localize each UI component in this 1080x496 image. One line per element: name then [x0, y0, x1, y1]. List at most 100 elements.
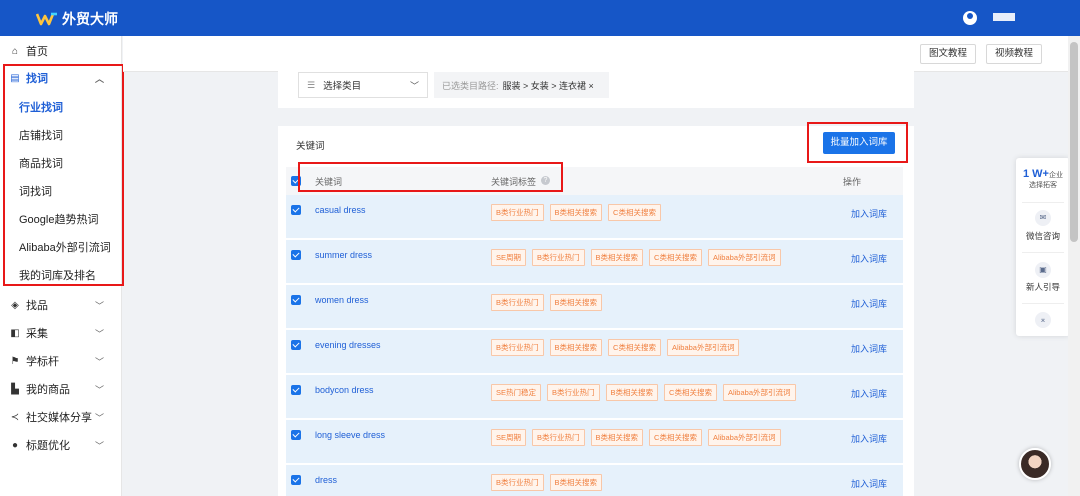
wechat-consult-label[interactable]: 微信咨询	[1016, 230, 1070, 242]
divider	[1022, 303, 1064, 304]
table-row[interactable]: bodycon dress SE热门稳定 B类行业热门 B类相关搜索 C类相关搜索 Ali…	[286, 375, 903, 419]
highlight-box-batch-button	[807, 122, 908, 163]
bag-icon: ▙	[11, 383, 19, 395]
keyword-card: 关键词 批量加入词库 关键词 关键词标签 ? 操作 casual dress B类…	[278, 122, 914, 496]
user-name-redacted[interactable]	[993, 13, 1015, 21]
sidebar-item-benchmark[interactable]: ⚑ 学标杆 ﹀	[0, 348, 122, 374]
row-checkbox[interactable]	[291, 340, 301, 350]
sidebar-item-label: 首页	[26, 46, 48, 58]
top-bar: 外贸大师	[0, 0, 1080, 36]
enterprise-count-unit: 企业	[1048, 172, 1063, 179]
row-checkbox[interactable]	[291, 250, 301, 260]
enterprise-count-value: 1 W+	[1023, 168, 1049, 180]
video-tutorial-button[interactable]: 视频教程	[986, 44, 1043, 64]
keyword-tag: C类相关搜索	[608, 339, 661, 356]
tag-list: SE热门稳定 B类行业热门 B类相关搜索 C类相关搜索 Alibaba外部引流词	[491, 384, 796, 401]
sidebar-item-label: 采集	[26, 328, 48, 340]
scrollbar-thumb[interactable]	[1070, 42, 1078, 242]
keyword-tag: B类行业热门	[532, 429, 585, 446]
keyword-link[interactable]: dress	[315, 475, 337, 485]
add-to-library-link[interactable]: 加入词库	[851, 342, 887, 355]
keyword-link[interactable]: casual dress	[315, 205, 366, 215]
add-to-library-link[interactable]: 加入词库	[851, 477, 887, 490]
keyword-tag: C类相关搜索	[649, 429, 702, 446]
sidebar-item-label: 学标杆	[26, 356, 59, 368]
keyword-tag: Alibaba外部引流词	[707, 429, 781, 446]
sidebar-item-find-products[interactable]: ◈ 找品 ﹀	[0, 292, 122, 318]
add-to-library-link[interactable]: 加入词库	[851, 297, 887, 310]
table-row[interactable]: dress B类行业热门 B类相关搜索 加入词库	[286, 465, 903, 496]
keyword-link[interactable]: evening dresses	[315, 340, 381, 350]
wechat-icon[interactable]: ✉	[1035, 210, 1051, 226]
scrollbar[interactable]	[1068, 36, 1080, 496]
tag-list: SE周期 B类行业热门 B类相关搜索 C类相关搜索 Alibaba外部引流词	[491, 429, 781, 446]
row-checkbox[interactable]	[291, 475, 301, 485]
keyword-tag: SE热门稳定	[491, 384, 542, 401]
row-checkbox[interactable]	[291, 430, 301, 440]
keyword-tag: SE周期	[491, 429, 527, 446]
floating-panel: 1 W+企业 选择拓客 ✉ 微信咨询 ▣ 新人引导 ⌅	[1016, 158, 1070, 336]
tag-list: B类行业热门 B类相关搜索	[491, 294, 603, 311]
add-to-library-link[interactable]: 加入词库	[851, 387, 887, 400]
newbie-guide-label[interactable]: 新人引导	[1016, 281, 1070, 293]
user-avatar-icon[interactable]	[963, 11, 977, 25]
sidebar-item-collect[interactable]: ◧ 采集 ﹀	[0, 320, 122, 346]
keyword-card-title: 关键词	[296, 141, 325, 152]
tag-list: SE周期 B类行业热门 B类相关搜索 C类相关搜索 Alibaba外部引流词	[491, 249, 781, 266]
table-row[interactable]: summer dress SE周期 B类行业热门 B类相关搜索 C类相关搜索 Alibab…	[286, 240, 903, 284]
category-path-label: 已选类目路径:	[442, 80, 499, 91]
add-to-library-link[interactable]: 加入词库	[851, 432, 887, 445]
keyword-tag: B类行业热门	[491, 294, 544, 311]
keyword-tag: Alibaba外部引流词	[707, 249, 781, 266]
sidebar-item-home[interactable]: ⌂ 首页	[0, 38, 122, 64]
keyword-tag: C类相关搜索	[664, 384, 717, 401]
back-to-top-icon[interactable]: ⌅	[1035, 312, 1051, 328]
keyword-tag: B类行业热门	[491, 204, 544, 221]
keyword-tag: B类相关搜索	[605, 384, 659, 401]
diamond-icon: ◈	[11, 299, 19, 311]
keyword-tag: Alibaba外部引流词	[666, 339, 740, 356]
enterprise-count-sub: 选择拓客	[1029, 182, 1057, 189]
keyword-tag: B类相关搜索	[549, 204, 603, 221]
keyword-link[interactable]: women dress	[315, 295, 369, 305]
keyword-tag: B类行业热门	[491, 339, 544, 356]
chevron-down-icon: ﹀	[94, 384, 104, 395]
table-row[interactable]: long sleeve dress SE周期 B类行业热门 B类相关搜索 C类相关搜索 A…	[286, 420, 903, 464]
row-checkbox[interactable]	[291, 295, 301, 305]
table-row[interactable]: casual dress B类行业热门 B类相关搜索 C类相关搜索 加入词库	[286, 195, 903, 239]
keyword-link[interactable]: bodycon dress	[315, 385, 374, 395]
table-row[interactable]: women dress B类行业热门 B类相关搜索 加入词库	[286, 285, 903, 329]
search-icon: ●	[11, 439, 19, 451]
keyword-tag: SE周期	[491, 249, 527, 266]
keyword-link[interactable]: long sleeve dress	[315, 430, 385, 440]
sidebar-item-title-optimize[interactable]: ● 标题优化 ﹀	[0, 432, 122, 458]
sidebar-item-social-share[interactable]: ≺ 社交媒体分享 ﹀	[0, 404, 122, 430]
keyword-tag: C类相关搜索	[608, 204, 661, 221]
keyword-link[interactable]: summer dress	[315, 250, 372, 260]
home-icon: ⌂	[11, 45, 19, 57]
row-checkbox[interactable]	[291, 385, 301, 395]
chevron-down-icon: ﹀	[94, 328, 104, 339]
tag-list: B类行业热门 B类相关搜索 C类相关搜索 Alibaba外部引流词	[491, 339, 740, 356]
category-card: ☰ 选择类目 ﹀ 已选类目路径: 服装 > 女装 > 连衣裙 ×	[278, 62, 914, 108]
share-icon: ≺	[10, 411, 20, 423]
category-select[interactable]: ☰ 选择类目 ﹀	[298, 72, 428, 98]
category-select-label: 选择类目	[323, 81, 362, 92]
support-avatar[interactable]	[1019, 448, 1051, 480]
app-logo[interactable]: 外贸大师	[36, 9, 118, 29]
row-checkbox[interactable]	[291, 205, 301, 215]
table-row[interactable]: evening dresses B类行业热门 B类相关搜索 C类相关搜索 Alibaba…	[286, 330, 903, 374]
tag-list: B类行业热门 B类相关搜索 C类相关搜索	[491, 204, 661, 221]
sidebar-item-my-products[interactable]: ▙ 我的商品 ﹀	[0, 376, 122, 402]
add-to-library-link[interactable]: 加入词库	[851, 207, 887, 220]
sidebar-item-label: 社交媒体分享	[26, 412, 92, 424]
keyword-tag: Alibaba外部引流词	[722, 384, 796, 401]
guide-icon[interactable]: ▣	[1035, 262, 1051, 278]
chevron-down-icon: ﹀	[94, 412, 104, 423]
graphic-tutorial-button[interactable]: 图文教程	[920, 44, 977, 64]
app-title: 外贸大师	[62, 11, 118, 27]
add-to-library-link[interactable]: 加入词库	[851, 252, 887, 265]
chevron-down-icon: ﹀	[94, 300, 104, 311]
enterprise-count[interactable]: 1 W+企业	[1016, 168, 1070, 180]
category-path-value[interactable]: 服装 > 女装 > 连衣裙 ×	[503, 79, 594, 92]
